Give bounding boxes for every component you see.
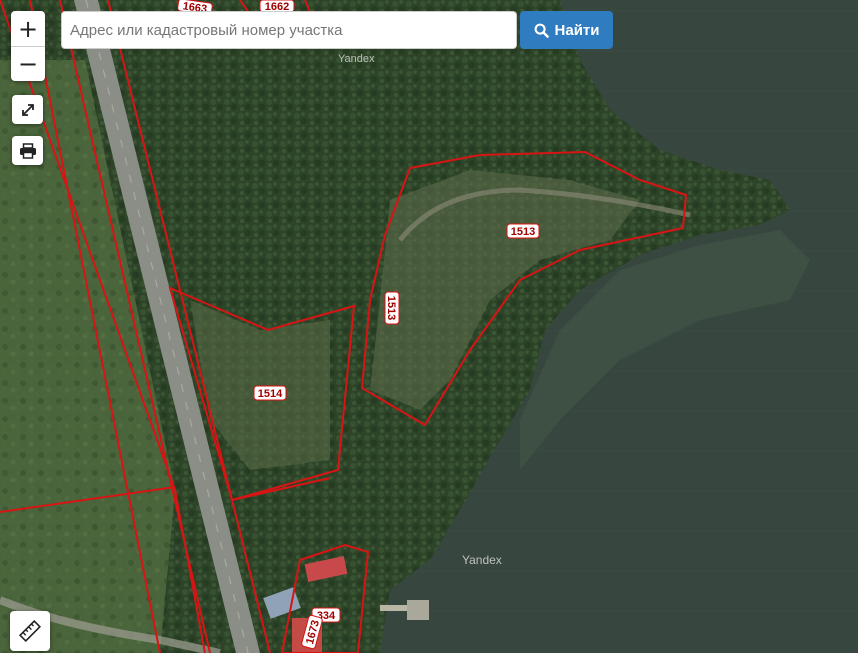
parcel-number: 1513: [385, 296, 397, 320]
search-input[interactable]: [61, 11, 517, 49]
ruler-button[interactable]: [10, 611, 50, 651]
yandex-watermark: Yandex: [338, 53, 375, 65]
parcel-label-1513-vertical[interactable]: 1513: [384, 291, 400, 325]
parcel-number: 1513: [511, 226, 535, 238]
printer-icon: [19, 142, 36, 159]
print-button[interactable]: [12, 136, 43, 165]
search-button[interactable]: Найти: [520, 11, 613, 49]
search-button-label: Найти: [554, 21, 600, 39]
yandex-watermark: Yandex: [462, 553, 502, 567]
zoom-out-button[interactable]: −: [11, 46, 45, 81]
fullscreen-button[interactable]: [12, 95, 43, 124]
expand-arrows-icon: [21, 103, 34, 116]
satellite-map[interactable]: 1513 1513 1514 334 1673 1662 1663 15 Yan…: [0, 0, 858, 653]
pier-dock: [407, 600, 429, 620]
parcel-label-1514[interactable]: 1514: [253, 385, 287, 401]
parcel-label-1513-east[interactable]: 1513: [506, 223, 540, 239]
zoom-in-button[interactable]: +: [11, 11, 45, 46]
parcel-number: 1514: [258, 388, 283, 400]
ruler-icon: [19, 620, 41, 642]
search-icon: [534, 23, 549, 38]
zoom-control: + −: [11, 11, 45, 81]
